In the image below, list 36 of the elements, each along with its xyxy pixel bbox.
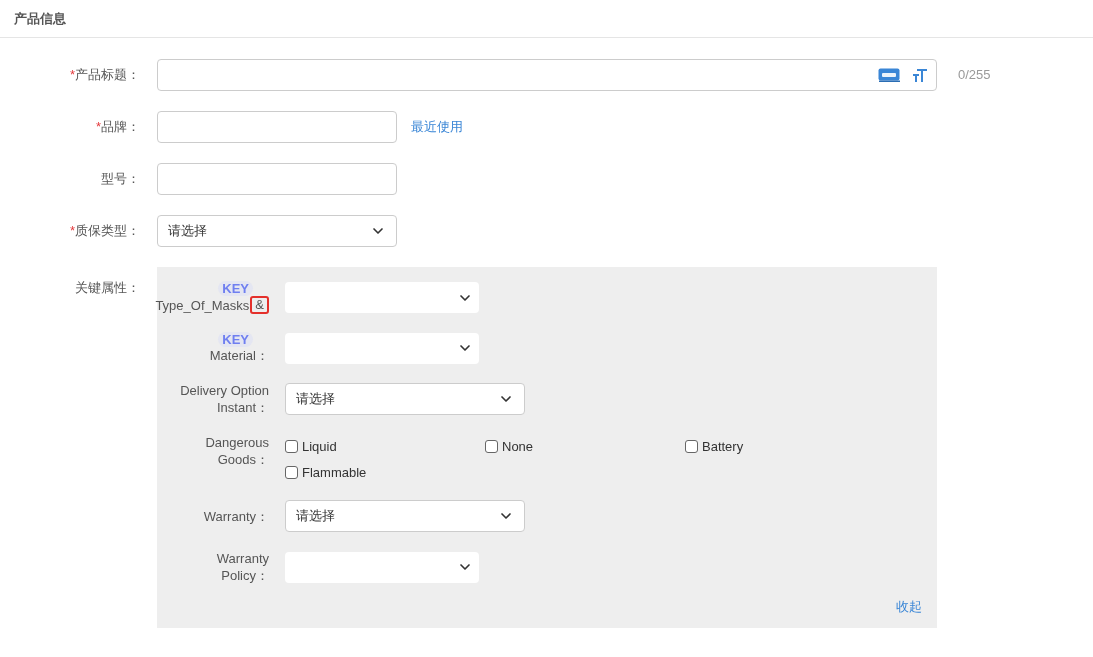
checkbox[interactable] (685, 440, 698, 454)
highlighted-symbol: & (250, 296, 269, 314)
field-label: *质保类型： (69, 222, 140, 241)
select-field[interactable] (285, 282, 479, 313)
select-field[interactable]: 请选择 (157, 215, 397, 247)
text-input-field[interactable] (157, 111, 397, 143)
checkbox[interactable] (485, 440, 498, 454)
attribute-label: Warranty： (202, 507, 269, 525)
key-badge: KEY (218, 281, 253, 296)
attribute-label: Material： (208, 347, 269, 364)
text-size-icon[interactable] (912, 67, 928, 83)
attribute-label: Dangerous Goods： (204, 434, 269, 468)
key-badge: KEY (218, 332, 253, 347)
attribute-label: Delivery Option Instant： (179, 382, 269, 416)
title-input-field[interactable] (157, 59, 937, 91)
checkbox[interactable] (285, 440, 298, 454)
field-label: 关键属性： (75, 279, 140, 297)
text-input-field[interactable] (157, 163, 397, 195)
select-field[interactable] (285, 332, 479, 364)
spellcheck-icon[interactable] (878, 68, 900, 82)
select-field[interactable]: 请选择 (285, 383, 525, 415)
field-label: *产品标题： (69, 66, 140, 85)
select-field[interactable] (285, 551, 479, 583)
char-counter: 0/255 (958, 66, 991, 85)
checkbox[interactable] (285, 465, 298, 479)
recent-link[interactable]: 最近使用 (411, 117, 463, 137)
field-label: *品牌： (95, 118, 140, 137)
checkbox-label: Flammable (302, 463, 367, 482)
checkbox-label: None (502, 438, 534, 456)
select-field[interactable]: 请选择 (285, 500, 525, 532)
section-title: 产品信息 (14, 9, 66, 28)
attribute-label: Warranty Policy： (215, 550, 269, 584)
field-label: 型号： (101, 170, 140, 189)
checkbox-label: Battery (702, 438, 744, 456)
checkbox-label: Liquid (302, 438, 337, 456)
attribute-label: Type_Of_Masks (155, 296, 250, 314)
